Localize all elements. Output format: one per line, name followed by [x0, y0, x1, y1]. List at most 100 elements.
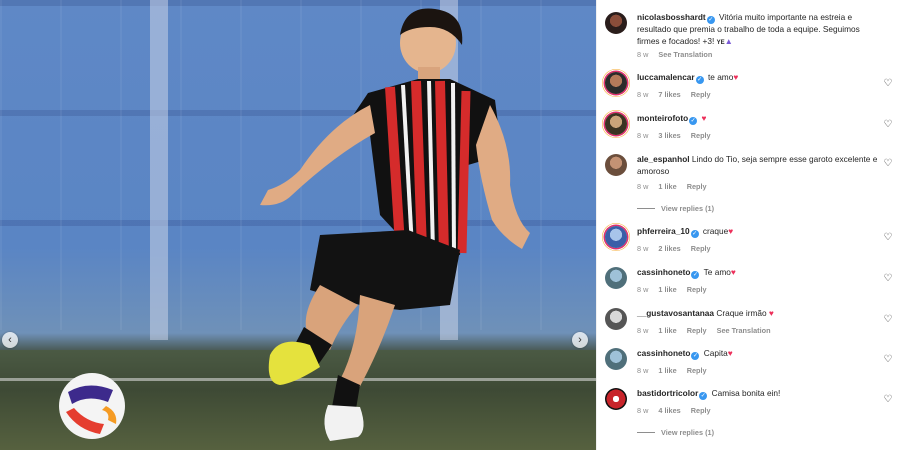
avatar[interactable] — [605, 267, 627, 289]
fence-pillar — [150, 0, 168, 340]
comment-meta: 8 w 2 likes Reply — [637, 244, 719, 253]
see-translation-link[interactable]: See Translation — [717, 326, 771, 335]
comment-age: 8 w — [637, 90, 649, 99]
reply-button[interactable]: Reply — [691, 406, 711, 415]
comment-likes[interactable]: 2 likes — [658, 244, 680, 253]
comment-likes[interactable]: 1 like — [658, 366, 676, 375]
comment-likes[interactable]: 1 like — [658, 285, 676, 294]
comment-likes[interactable]: 3 likes — [658, 131, 680, 140]
red-heart-icon: ♥ — [727, 348, 733, 358]
red-heart-icon: ♥ — [733, 72, 739, 82]
comment-age: 8 w — [637, 244, 649, 253]
comment-text: te amo — [707, 72, 734, 82]
football-ball — [59, 373, 125, 439]
avatar[interactable] — [605, 348, 627, 370]
post-photo: ‹ › — [0, 0, 596, 450]
see-translation-link[interactable]: See Translation — [658, 50, 712, 59]
comment-text: Craque irmão — [716, 308, 767, 318]
reply-button[interactable]: Reply — [691, 244, 711, 253]
red-heart-icon: ♥ — [701, 113, 707, 123]
comment-likes[interactable]: 4 likes — [658, 406, 680, 415]
caption-body: nicolasbosshardt ✓ Vitória muito importan… — [637, 12, 882, 49]
view-replies-button[interactable]: View replies (1) — [637, 204, 714, 213]
heart-outline-icon[interactable]: ♡ — [883, 354, 893, 365]
heart-outline-icon[interactable]: ♡ — [883, 314, 893, 325]
view-replies-label: View replies (1) — [661, 428, 714, 437]
avatar[interactable] — [605, 12, 627, 34]
chevron-left-icon[interactable]: ‹ — [2, 332, 18, 348]
verified-badge-icon: ✓ — [690, 230, 699, 238]
comment-age: 8 w — [637, 285, 649, 294]
avatar[interactable] — [605, 154, 627, 176]
comment-body: bastidortricolor ✓ Camisa bonita ein! — [637, 388, 882, 400]
caption-age: 8 w — [637, 50, 649, 59]
comment-likes[interactable]: 7 likes — [658, 90, 680, 99]
avatar[interactable] — [605, 388, 627, 410]
reply-button[interactable]: Reply — [687, 285, 707, 294]
comment-username[interactable]: luccamalencar — [637, 72, 695, 82]
comment-meta: 8 w 1 like Reply — [637, 182, 715, 191]
comment-likes[interactable]: 1 like — [658, 326, 676, 335]
comment-body: cassinhoneto ✓ Te amo♥ — [637, 267, 882, 279]
reply-button[interactable]: Reply — [687, 366, 707, 375]
comment-username[interactable]: phferreira_10 — [637, 226, 690, 236]
verified-badge-icon: ✓ — [695, 76, 704, 84]
comment-body: monteirofoto ✓ ♥ — [637, 113, 882, 125]
reply-button[interactable]: Reply — [687, 326, 707, 335]
comment-body: __gustavosantanaa Craque irmão ♥ — [637, 308, 882, 320]
comment-text: craque — [702, 226, 729, 236]
comment-text: Capita — [703, 348, 728, 358]
avatar[interactable] — [605, 308, 627, 330]
comment-body: luccamalencar ✓ te amo♥ — [637, 72, 882, 84]
verified-badge-icon: ✓ — [706, 16, 715, 24]
caption-username[interactable]: nicolasbosshardt — [637, 12, 706, 22]
comment-username[interactable]: bastidortricolor — [637, 388, 698, 398]
comment-body: phferreira_10 ✓ craque♥ — [637, 226, 882, 238]
comment-username[interactable]: cassinhoneto — [637, 348, 690, 358]
heart-outline-icon[interactable]: ♡ — [883, 78, 893, 89]
comment-age: 8 w — [637, 326, 649, 335]
verified-badge-icon: ✓ — [691, 271, 700, 279]
chevron-right-icon[interactable]: › — [572, 332, 588, 348]
heart-outline-icon[interactable]: ♡ — [883, 158, 893, 169]
caption-suffix: YE — [716, 39, 725, 46]
comment-meta: 8 w 1 like Reply — [637, 285, 715, 294]
comment-meta: 8 w 7 likes Reply — [637, 90, 719, 99]
heart-outline-icon[interactable]: ♡ — [883, 232, 893, 243]
comment-username[interactable]: cassinhoneto — [637, 267, 690, 277]
comment-text: Camisa bonita ein! — [711, 388, 781, 398]
red-heart-icon: ♥ — [730, 267, 736, 277]
comment-username[interactable]: monteirofoto — [637, 113, 688, 123]
player-figure — [260, 8, 530, 441]
caption-meta: 8 w See Translation — [637, 50, 720, 59]
view-replies-button[interactable]: View replies (1) — [637, 428, 714, 437]
verified-badge-icon: ✓ — [699, 392, 708, 400]
comment-age: 8 w — [637, 182, 649, 191]
reply-button[interactable]: Reply — [691, 90, 711, 99]
comment-age: 8 w — [637, 406, 649, 415]
praying-hands-icon: ▲ — [724, 35, 733, 46]
comment-text: Te amo — [703, 267, 731, 277]
comment-meta: 8 w 4 likes Reply — [637, 406, 719, 415]
reply-button[interactable]: Reply — [691, 131, 711, 140]
divider — [637, 208, 655, 209]
comment-age: 8 w — [637, 131, 649, 140]
comment-username[interactable]: ale_espanhol — [637, 154, 690, 164]
divider — [637, 432, 655, 433]
view-replies-label: View replies (1) — [661, 204, 714, 213]
comment-meta: 8 w 3 likes Reply — [637, 131, 719, 140]
heart-outline-icon[interactable]: ♡ — [883, 119, 893, 130]
red-heart-icon: ♥ — [728, 226, 734, 236]
comment-likes[interactable]: 1 like — [658, 182, 676, 191]
comment-username[interactable]: __gustavosantanaa — [637, 308, 714, 318]
comment-body: cassinhoneto ✓ Capita♥ — [637, 348, 882, 360]
heart-outline-icon[interactable]: ♡ — [883, 273, 893, 284]
red-heart-icon: ♥ — [768, 308, 774, 318]
avatar[interactable] — [605, 226, 627, 248]
avatar[interactable] — [605, 72, 627, 94]
comment-meta: 8 w 1 like Reply — [637, 366, 715, 375]
reply-button[interactable]: Reply — [687, 182, 707, 191]
comments-panel: nicolasbosshardt ✓ Vitória muito importan… — [596, 0, 900, 450]
heart-outline-icon[interactable]: ♡ — [883, 394, 893, 405]
avatar[interactable] — [605, 113, 627, 135]
